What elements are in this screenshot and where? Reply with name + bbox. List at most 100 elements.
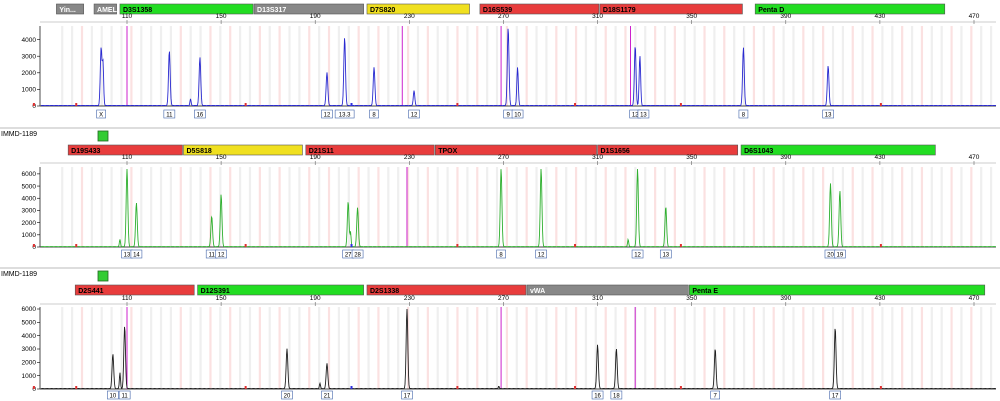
marker-vwa[interactable]: vWA — [526, 284, 689, 296]
bin-stripe — [258, 26, 261, 106]
bin-stripe — [673, 26, 676, 106]
bin-stripe — [179, 167, 182, 247]
marker-d1s1656[interactable]: D1S1656 — [597, 144, 739, 156]
allele-call[interactable]: 12 — [535, 249, 547, 259]
allele-call[interactable]: 11 — [163, 109, 176, 118]
bin-stripe — [574, 26, 578, 106]
allele-call[interactable]: 13 — [659, 249, 672, 259]
bin-stripe — [604, 167, 607, 247]
allele-call[interactable]: 8 — [369, 109, 379, 118]
bin-stripe — [713, 167, 716, 247]
bp-scale: 110 150 190 230 270 310 350 390 430 470 — [40, 154, 996, 165]
allele-call[interactable]: 7 — [710, 390, 720, 400]
bin-stripe — [861, 26, 864, 106]
bin-stripe — [673, 167, 676, 247]
y-tick-label: 5000 — [22, 320, 37, 327]
bin-stripes — [61, 307, 993, 389]
marker-tpox[interactable]: TPOX — [434, 144, 597, 156]
y-tick-label: 6000 — [22, 306, 37, 313]
artifact-marker — [456, 103, 459, 106]
scale-tick-label: 150 — [216, 154, 227, 161]
marker-d7s820[interactable]: D7S820 — [366, 3, 470, 15]
allele-call[interactable]: 10 — [107, 390, 119, 400]
marker-name: TPOX — [438, 148, 457, 155]
y-tick-label: 1000 — [22, 373, 37, 380]
marker-d5s818[interactable]: D5S818 — [183, 144, 303, 156]
allele-call[interactable]: 11 — [118, 390, 131, 400]
bin-stripe — [278, 167, 281, 247]
scale-tick-label: 110 — [122, 295, 133, 302]
allele-call[interactable]: 10 — [511, 109, 524, 118]
allele-call-text: 13 — [640, 112, 647, 118]
bin-stripe — [950, 167, 953, 247]
marker-bar[interactable] — [526, 284, 689, 296]
bin-stripe — [841, 167, 844, 247]
marker-penta-e[interactable]: Penta E — [689, 284, 986, 296]
allele-call[interactable]: 8 — [738, 109, 749, 118]
allele-call[interactable]: 16 — [194, 109, 206, 118]
allele-call[interactable]: 12 — [408, 109, 420, 118]
allele-call[interactable]: 8 — [496, 249, 506, 259]
marker-amel[interactable]: AMEL — [93, 3, 118, 15]
allele-call[interactable]: 13.3 — [334, 109, 355, 118]
y-tick-label: 2000 — [22, 220, 37, 227]
allele-call[interactable]: 12 — [321, 109, 333, 118]
marker-bar[interactable] — [434, 144, 597, 156]
bin-stripe — [683, 167, 686, 247]
bin-stripe — [871, 307, 874, 389]
bin-stripe — [555, 307, 558, 389]
artifact-marker — [32, 103, 35, 106]
marker-d2s1338[interactable]: D2S1338 — [366, 284, 527, 296]
bin-stripe — [258, 307, 261, 389]
allele-call[interactable]: X — [96, 109, 106, 118]
bin-stripe — [901, 167, 904, 247]
allele-call[interactable]: 12 — [215, 249, 227, 259]
marker-name: D2S441 — [78, 288, 103, 295]
bin-stripe — [189, 307, 192, 389]
allele-call[interactable]: 18 — [610, 390, 623, 400]
bin-stripe — [80, 307, 84, 389]
y-tick-label: 6000 — [22, 171, 37, 178]
marker-d6s1043[interactable]: D6S1043 — [740, 144, 936, 156]
marker-d3s1358[interactable]: D3S1358 — [119, 3, 254, 15]
marker-d18s1179[interactable]: D18S1179 — [599, 3, 743, 15]
allele-call[interactable]: 21 — [321, 390, 333, 400]
bin-stripe — [841, 26, 844, 106]
marker-d21s11[interactable]: D21S11 — [305, 144, 435, 156]
dye-toggle-button[interactable] — [97, 270, 109, 282]
bin-stripe — [545, 307, 548, 389]
bin-stripe — [822, 167, 825, 247]
allele-call[interactable]: 19 — [834, 249, 846, 259]
bin-stripe — [851, 167, 854, 247]
allele-call[interactable]: 13 — [637, 109, 650, 118]
allele-call[interactable]: 12 — [631, 249, 644, 259]
bin-stripe — [574, 307, 578, 389]
marker-d2s441[interactable]: D2S441 — [74, 284, 195, 296]
allele-call[interactable]: 28 — [351, 249, 364, 259]
marker-bar[interactable] — [689, 284, 986, 296]
scale-tick-label: 230 — [404, 295, 415, 302]
bin-stripe — [772, 26, 775, 106]
bin-stripe — [565, 167, 568, 247]
allele-call[interactable]: 9 — [503, 109, 513, 118]
bin-stripe — [851, 26, 854, 106]
bin-stripe — [377, 167, 380, 247]
scale-tick-label: 110 — [122, 154, 133, 161]
bin-stripe — [209, 26, 212, 106]
allele-call[interactable]: 13 — [822, 109, 834, 118]
artifact-marker — [679, 103, 682, 106]
bin-stripe — [456, 307, 459, 389]
dye-toggle-button[interactable] — [97, 130, 109, 142]
allele-call[interactable]: 17 — [829, 390, 841, 400]
marker-yin-[interactable]: Yin... — [56, 3, 84, 15]
bin-stripe — [663, 26, 667, 106]
allele-call[interactable]: 20 — [281, 390, 293, 400]
allele-call[interactable]: 14 — [130, 249, 143, 259]
bin-stripe — [861, 307, 864, 389]
allele-call[interactable]: 17 — [401, 390, 413, 400]
bin-stripe — [219, 307, 222, 389]
marker-d12s391[interactable]: D12S391 — [197, 284, 364, 296]
bin-stripe — [169, 167, 173, 247]
bin-stripe — [703, 167, 706, 247]
allele-call[interactable]: 16 — [591, 390, 604, 400]
